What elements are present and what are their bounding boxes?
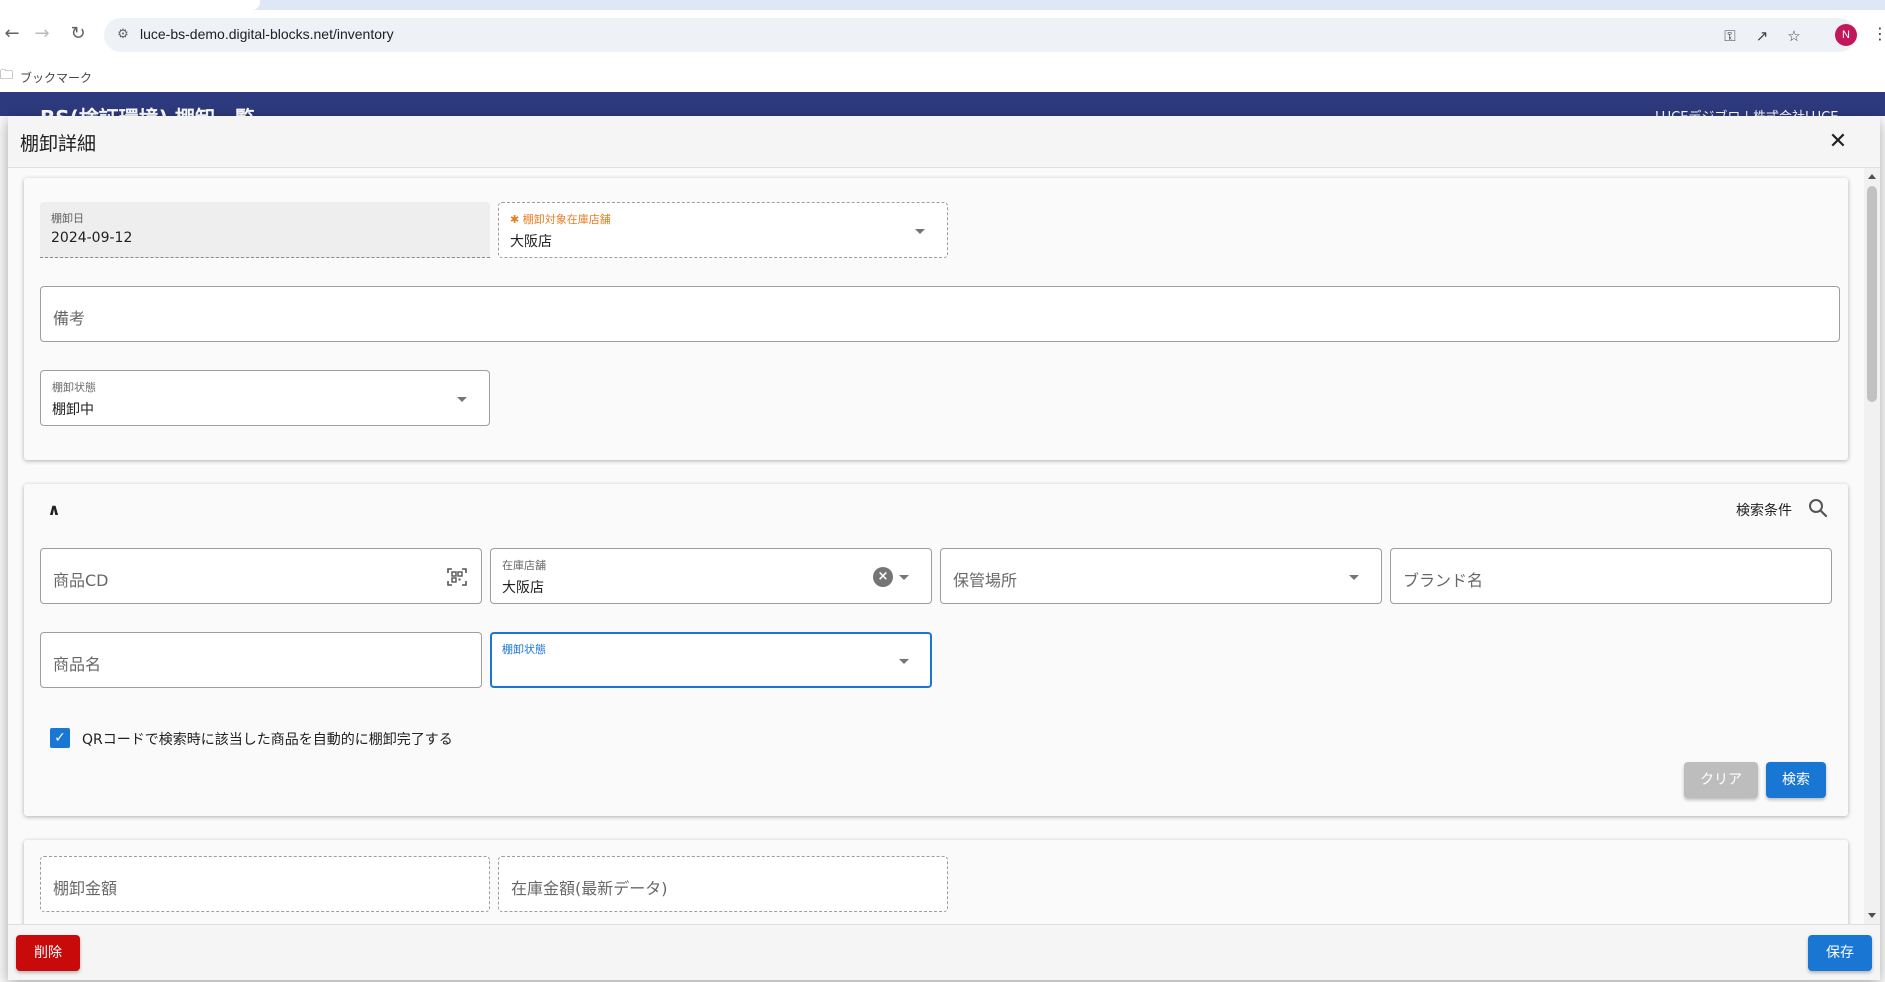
- app-title: BS(検証環境) 棚卸一覧: [40, 102, 255, 116]
- bookmarks-bar: 🗀 ブックマーク: [0, 58, 1885, 92]
- inventory-status-select[interactable]: 棚卸状態 棚卸中: [40, 370, 490, 426]
- save-button[interactable]: 保存: [1808, 935, 1872, 971]
- chevron-down-icon[interactable]: [899, 659, 909, 664]
- stock-store-label: 在庫店舗: [502, 559, 546, 572]
- back-icon[interactable]: ←: [0, 22, 24, 46]
- auto-complete-checkbox[interactable]: ✓: [50, 728, 70, 748]
- storage-location-select[interactable]: 保管場所: [940, 548, 1382, 604]
- remarks-input[interactable]: 備考: [40, 286, 1840, 342]
- app-header: BS(検証環境) 棚卸一覧 LUCEデジブロ | 株式会社LUCE: [0, 92, 1885, 116]
- qr-scan-icon[interactable]: [445, 565, 469, 589]
- inventory-detail-dialog: 棚卸詳細 ✕ 棚卸日 2024-09-12 ✱ 棚卸対象在庫店舗 大阪店 備考 …: [8, 116, 1880, 980]
- inventory-amount-field: 棚卸金額: [40, 856, 490, 912]
- product-cd-input[interactable]: 商品CD: [40, 548, 482, 604]
- brand-name-input[interactable]: ブランド名: [1390, 548, 1832, 604]
- clear-button[interactable]: クリア: [1684, 762, 1758, 798]
- reload-icon[interactable]: ↻: [66, 22, 90, 46]
- inventory-status-value: 棚卸中: [52, 402, 94, 418]
- stock-store-value: 大阪店: [502, 580, 544, 596]
- inventory-date-label: 棚卸日: [51, 212, 84, 225]
- chevron-down-icon[interactable]: [1349, 575, 1359, 580]
- product-cd-placeholder: 商品CD: [53, 571, 109, 590]
- forward-icon[interactable]: →: [30, 22, 54, 46]
- browser-tab-strip: [0, 0, 1885, 10]
- target-store-label-text: 棚卸対象在庫店舗: [522, 213, 611, 226]
- password-key-icon[interactable]: ⚿: [1720, 26, 1740, 46]
- profile-avatar[interactable]: N: [1835, 24, 1857, 46]
- inventory-status-label: 棚卸状態: [52, 381, 96, 394]
- app-user: LUCEデジブロ | 株式会社LUCE: [1655, 106, 1838, 116]
- dialog-header: 棚卸詳細 ✕: [8, 116, 1880, 168]
- chevron-down-icon[interactable]: [915, 229, 925, 234]
- folder-icon: 🗀: [0, 68, 14, 83]
- dialog-title: 棚卸詳細: [20, 133, 97, 155]
- bookmark-star-icon[interactable]: ☆: [1784, 26, 1804, 46]
- app-sidebar: [0, 116, 8, 982]
- product-name-placeholder: 商品名: [53, 655, 102, 674]
- inventory-date-field: 棚卸日 2024-09-12: [40, 202, 490, 258]
- product-name-input[interactable]: 商品名: [40, 632, 482, 688]
- amounts-card: 棚卸金額 在庫金額(最新データ): [24, 840, 1848, 924]
- clear-circle-icon[interactable]: ×: [873, 567, 893, 587]
- auto-complete-label[interactable]: QRコードで検索時に該当した商品を自動的に棚卸完了する: [82, 729, 453, 749]
- stock-amount-placeholder: 在庫金額(最新データ): [511, 879, 668, 898]
- site-info-icon[interactable]: ⚙: [114, 26, 132, 44]
- delete-button[interactable]: 削除: [16, 935, 80, 971]
- dialog-scrollbar[interactable]: [1864, 168, 1880, 924]
- bookmarks-label[interactable]: ブックマーク: [20, 69, 92, 86]
- search-conditions-card: ∧ 検索条件 商品CD 在庫店舗 大阪店 × 保管場所 ブランド名 商品名 棚卸…: [24, 484, 1848, 816]
- browser-menu-icon[interactable]: ⋮: [1872, 26, 1885, 42]
- url-text[interactable]: luce-bs-demo.digital-blocks.net/inventor…: [140, 26, 394, 42]
- dialog-content: 棚卸日 2024-09-12 ✱ 棚卸対象在庫店舗 大阪店 備考 棚卸状態 棚卸…: [8, 168, 1864, 924]
- target-store-select[interactable]: ✱ 棚卸対象在庫店舗 大阪店: [498, 202, 948, 258]
- remarks-placeholder: 備考: [53, 309, 86, 328]
- browser-toolbar: ← → ↻ ⚙ luce-bs-demo.digital-blocks.net/…: [0, 10, 1885, 58]
- inventory-amount-placeholder: 棚卸金額: [53, 879, 118, 898]
- dialog-footer: 削除 保存: [8, 924, 1880, 980]
- target-store-value: 大阪店: [510, 234, 552, 250]
- inventory-date-value: 2024-09-12: [51, 230, 133, 246]
- browser-active-tab[interactable]: [0, 0, 260, 10]
- search-icon[interactable]: [1806, 496, 1830, 520]
- search-inventory-status-label: 棚卸状態: [502, 643, 546, 656]
- brand-name-placeholder: ブランド名: [1403, 571, 1484, 590]
- search-conditions-title: 検索条件: [1736, 503, 1792, 519]
- chevron-down-icon[interactable]: [899, 575, 909, 580]
- scroll-down-icon[interactable]: [1868, 913, 1876, 918]
- stock-store-select[interactable]: 在庫店舗 大阪店 ×: [490, 548, 932, 604]
- basic-info-card: 棚卸日 2024-09-12 ✱ 棚卸対象在庫店舗 大阪店 備考 棚卸状態 棚卸…: [24, 178, 1848, 460]
- chevron-up-icon[interactable]: ∧: [42, 498, 66, 522]
- address-bar[interactable]: ⚙ luce-bs-demo.digital-blocks.net/invent…: [104, 18, 1856, 52]
- close-icon[interactable]: ✕: [1824, 128, 1852, 156]
- target-store-label: ✱ 棚卸対象在庫店舗: [510, 213, 611, 226]
- scroll-up-icon[interactable]: [1868, 174, 1876, 179]
- search-inventory-status-select[interactable]: 棚卸状態: [490, 632, 932, 688]
- chevron-down-icon[interactable]: [457, 397, 467, 402]
- open-external-icon[interactable]: ↗: [1752, 26, 1772, 46]
- storage-location-placeholder: 保管場所: [953, 571, 1018, 590]
- stock-amount-field: 在庫金額(最新データ): [498, 856, 948, 912]
- search-button[interactable]: 検索: [1766, 762, 1826, 798]
- scrollbar-thumb[interactable]: [1867, 186, 1877, 402]
